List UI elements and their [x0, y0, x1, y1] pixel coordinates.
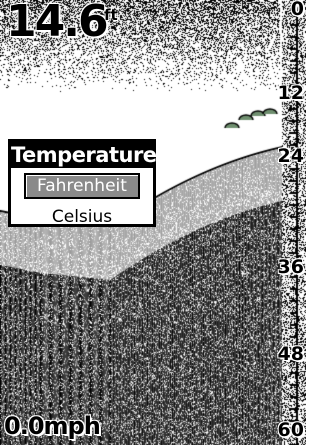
temperature-menu: Temperature Fahrenheit Celsius	[8, 139, 157, 230]
depth-scale-tick: 48	[277, 343, 304, 365]
fahrenheit-option[interactable]: Fahrenheit	[24, 173, 140, 199]
depth-scale-tick: 24	[277, 145, 304, 167]
depth-scale-tick: 12	[277, 82, 304, 104]
sonar-screen: 14.6 ft 0 12 24 36 48 60 Temperature Fah…	[0, 0, 306, 445]
depth-scale-tick: 36	[277, 256, 304, 278]
celsius-option[interactable]: Celsius	[11, 204, 153, 230]
depth-unit: ft	[104, 6, 118, 24]
depth-scale-tick: 60	[277, 419, 304, 441]
depth-readout: 14.6	[6, 0, 109, 47]
speed-readout: 0.0mph	[4, 412, 101, 440]
depth-scale-tick: 0	[290, 0, 304, 20]
menu-title: Temperature	[11, 142, 157, 168]
